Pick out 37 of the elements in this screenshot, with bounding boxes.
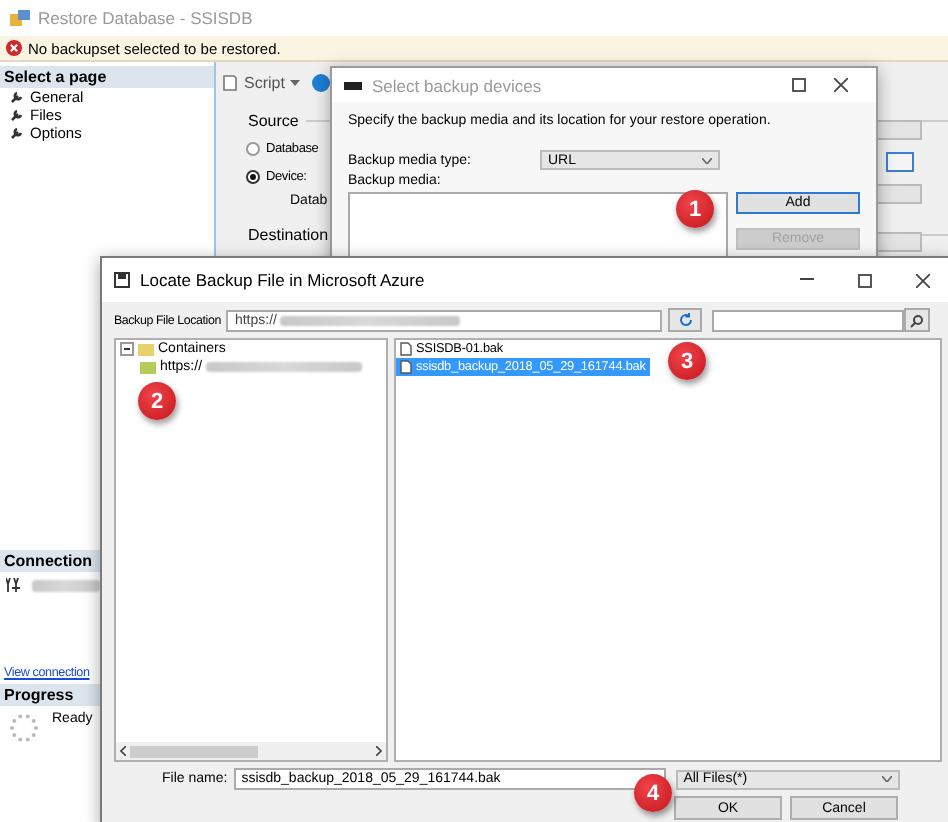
connection-icon (6, 578, 24, 592)
chevron-icon (702, 157, 712, 163)
spinner-icon (8, 712, 40, 744)
window-title: Locate Backup File in Microsoft Azure (140, 270, 425, 290)
maximize-icon[interactable] (792, 78, 806, 92)
section-label: Source (248, 112, 299, 130)
window-title: Select backup devices (372, 75, 542, 95)
scroll-left-icon[interactable] (120, 746, 126, 756)
section-label: Destination (248, 226, 329, 244)
scroll-right-icon[interactable] (376, 746, 382, 756)
script-button[interactable]: Script (222, 73, 285, 91)
wrench-icon (10, 126, 24, 140)
search-button[interactable] (904, 308, 931, 332)
search-field[interactable] (712, 309, 905, 331)
window-icon (344, 81, 362, 89)
database-icon (10, 9, 30, 27)
collapse-icon[interactable] (120, 342, 134, 356)
horizontal-scrollbar[interactable] (116, 742, 386, 760)
section-header: Select a page (0, 66, 214, 88)
search-icon (910, 313, 925, 327)
wrench-icon (10, 108, 24, 122)
blurred-text (32, 579, 100, 591)
close-icon[interactable] (834, 78, 848, 92)
script-icon (222, 73, 238, 91)
refresh-icon (677, 312, 694, 328)
refresh-button[interactable] (668, 308, 703, 332)
radio-button[interactable] (246, 169, 260, 183)
radio-button[interactable] (246, 141, 260, 155)
maximize-icon[interactable] (858, 273, 872, 287)
close-icon[interactable] (916, 273, 930, 287)
error-icon (6, 40, 22, 56)
window-title: Restore Database - SSISDB (38, 8, 253, 28)
chevron-icon (881, 776, 892, 782)
browse-button[interactable] (886, 152, 914, 172)
caret-icon[interactable] (290, 79, 301, 85)
minimize-icon[interactable] (800, 278, 814, 282)
wrench-icon (10, 90, 24, 104)
